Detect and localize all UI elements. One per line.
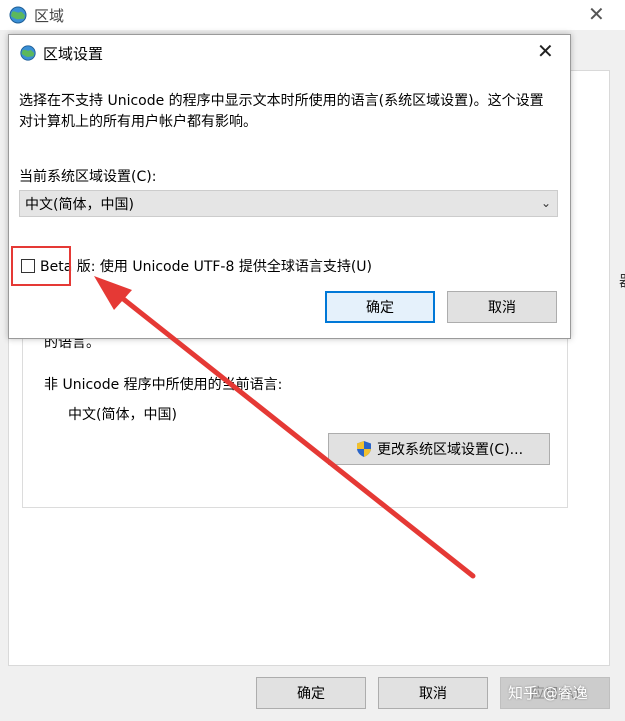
annotation-highlight-box	[11, 246, 71, 286]
region-settings-dialog: 区域设置 ✕ 选择在不支持 Unicode 的程序中显示文本时所使用的语言(系统…	[8, 34, 571, 339]
region-window-title: 区域	[34, 7, 65, 25]
screenshot-stage: 区域 ✕ 的语言。 非 Unicode 程序中所使用的当前语言: 中文(简体，中…	[0, 0, 625, 721]
watermark-text: 知乎 @睿逸	[508, 684, 588, 702]
globe-icon	[9, 6, 27, 24]
close-icon[interactable]: ✕	[537, 41, 554, 61]
current-language-value: 中文(简体，中国)	[68, 407, 177, 423]
system-locale-value: 中文(简体，中国)	[25, 196, 134, 213]
change-system-locale-label: 更改系统区域设置(C)...	[376, 442, 524, 458]
region-window-titlebar: 区域 ✕	[0, 0, 625, 30]
uac-shield-icon	[356, 441, 371, 457]
nonunicode-label: 非 Unicode 程序中所使用的当前语言:	[44, 377, 283, 393]
chevron-down-icon: ⌄	[540, 196, 551, 210]
change-system-locale-button[interactable]: 更改系统区域设置(C)...	[328, 433, 550, 465]
dialog-description: 选择在不支持 Unicode 的程序中显示文本时所使用的语言(系统区域设置)。这…	[19, 93, 544, 130]
dialog-ok-button[interactable]: 确定	[325, 291, 435, 323]
region-ok-button[interactable]: 确定	[256, 677, 366, 709]
globe-icon	[20, 45, 36, 61]
region-cancel-button[interactable]: 取消	[378, 677, 488, 709]
beta-utf8-label[interactable]: Beta 版: 使用 Unicode UTF-8 提供全球语言支持(U)	[40, 256, 372, 276]
system-locale-label: 当前系统区域设置(C):	[19, 169, 157, 185]
dialog-title: 区域设置	[43, 45, 104, 63]
close-icon[interactable]: ✕	[588, 4, 605, 24]
cut-off-text: 器	[619, 270, 625, 291]
system-locale-select[interactable]: 中文(简体，中国) ⌄	[19, 190, 558, 217]
dialog-cancel-button[interactable]: 取消	[447, 291, 557, 323]
